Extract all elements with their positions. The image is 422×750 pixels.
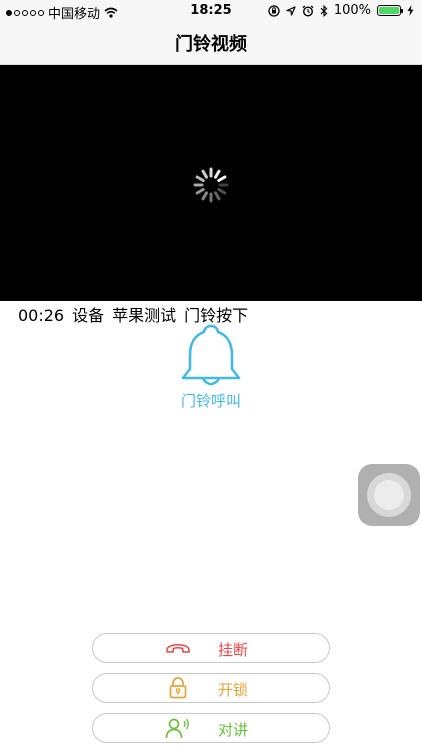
spinner-spoke xyxy=(201,191,208,201)
spinner-spoke xyxy=(217,175,227,182)
orientation-lock-icon xyxy=(268,4,280,17)
doorbell-call: 门铃呼叫 xyxy=(160,322,262,411)
event-time: 00:26 xyxy=(18,306,65,325)
charging-icon xyxy=(407,5,414,16)
video-view[interactable] xyxy=(0,65,422,301)
spinner-spoke xyxy=(217,188,227,195)
bluetooth-icon xyxy=(320,4,328,17)
location-icon xyxy=(286,5,296,16)
spinner-spoke xyxy=(214,169,221,179)
talk-label: 对讲 xyxy=(218,721,249,739)
hangup-button[interactable]: 挂断 xyxy=(92,633,330,663)
assistive-touch-button[interactable] xyxy=(358,464,420,526)
page-title: 门铃视频 xyxy=(175,34,247,55)
status-bar-right: 100% xyxy=(268,3,414,18)
status-bar: 中国移动 18:25 100% xyxy=(0,0,422,22)
talk-icon xyxy=(165,716,191,740)
assistive-touch-core xyxy=(374,480,404,510)
event-device-label: 设备 xyxy=(72,306,105,325)
hangup-label: 挂断 xyxy=(218,641,249,659)
battery-level xyxy=(379,7,399,14)
battery-percent: 100% xyxy=(333,3,371,18)
talk-button[interactable]: 对讲 xyxy=(92,713,330,743)
spinner-spoke xyxy=(195,188,205,195)
bell-label: 门铃呼叫 xyxy=(180,392,241,410)
battery-icon xyxy=(377,5,403,16)
spinner-spoke xyxy=(214,191,221,201)
unlock-button[interactable]: 开锁 xyxy=(92,673,330,703)
navigation-bar: 门铃视频 xyxy=(0,22,422,65)
bell-icon xyxy=(181,324,241,386)
unlock-label: 开锁 xyxy=(218,681,249,699)
assistive-touch-ring xyxy=(367,473,411,517)
spinner-icon xyxy=(193,167,229,203)
phone-hangup-icon xyxy=(165,636,191,660)
alarm-icon xyxy=(302,4,314,17)
spinner-spoke xyxy=(201,169,208,179)
spinner-spoke xyxy=(195,175,205,182)
lock-icon xyxy=(165,676,191,700)
